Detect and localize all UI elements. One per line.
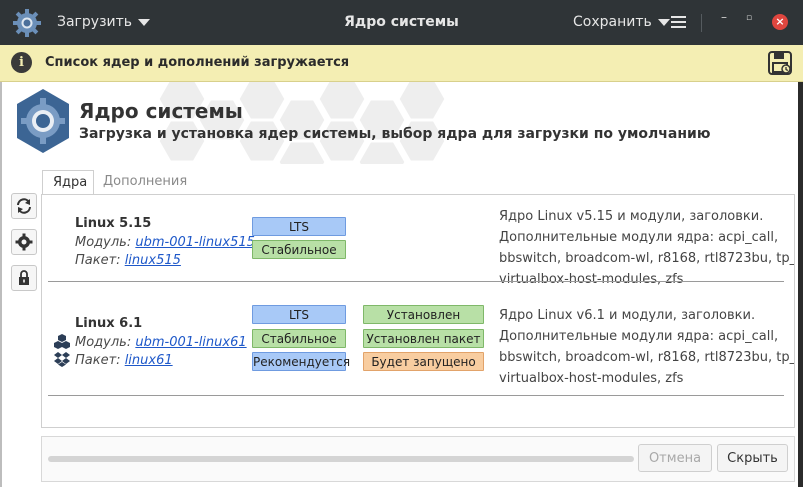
titlebar-separator (701, 14, 702, 32)
tab-kernels[interactable]: Ядра (42, 170, 94, 195)
package-label: Пакет: (75, 253, 121, 268)
badge-recommended: Рекомендуется (252, 352, 350, 371)
dropbox-icon (54, 352, 70, 367)
load-menu[interactable]: Загрузить (57, 14, 151, 30)
hamburger-menu-icon[interactable] (671, 16, 686, 29)
description-line: bbswitch, broadcom-wl, r8168, rtl8723bu,… (499, 350, 794, 365)
minimize-button[interactable]: – (716, 10, 732, 32)
page-header: Ядро системы Загрузка и установка ядер с… (0, 82, 803, 164)
title-bar: Загрузить Ядро системы Сохранить – ▫ × (0, 0, 803, 45)
save-icon[interactable] (767, 50, 793, 76)
chevron-down-icon (658, 18, 671, 26)
description-line: Дополнительные модули ядра: acpi_call, (499, 329, 779, 344)
gear-icon (15, 233, 33, 251)
kernel-name: Linux 5.15 (75, 216, 152, 231)
kernel-name: Linux 6.1 (75, 316, 143, 331)
maximize-button[interactable]: ▫ (743, 13, 755, 27)
module-label: Модуль: (75, 235, 132, 250)
kernel-logo-icon (17, 89, 69, 153)
kernel-description: Ядро Linux v6.1 и модули, заголовки. Доп… (499, 305, 794, 389)
hide-button[interactable]: Скрыть (717, 444, 788, 472)
badge-package-installed: Установлен пакет (363, 329, 484, 348)
module-link[interactable]: ubm-001-linux515 (135, 235, 255, 250)
description-line: Ядро Linux v6.1 и модули, заголовки. (499, 308, 756, 323)
cancel-button[interactable]: Отмена (638, 444, 712, 472)
kernel-module-line: Модуль: ubm-001-linux515 (75, 235, 255, 250)
kernel-package-line: Пакет: linux515 (75, 253, 181, 268)
gear-icon[interactable] (12, 8, 42, 38)
kernel-list: Linux 5.15 Модуль: ubm-001-linux515 Паке… (41, 194, 795, 428)
description-line: Дополнительные модули ядра: acpi_call, (499, 230, 779, 245)
row-divider (48, 395, 784, 396)
description-line: virtualbox-host-modules, zfs (499, 272, 684, 287)
page-title: Ядро системы (79, 99, 243, 123)
lock-icon (19, 270, 29, 285)
info-icon: i (11, 52, 32, 73)
badge-lts: LTS (252, 217, 346, 236)
badge-stable: Стабильное (252, 240, 346, 259)
row-divider (48, 281, 784, 282)
badge-stable: Стабильное (252, 329, 346, 348)
progress-bar (48, 456, 634, 462)
settings-button[interactable] (11, 229, 37, 255)
description-line: bbswitch, broadcom-wl, r8168, rtl8723bu,… (499, 251, 794, 266)
refresh-button[interactable] (11, 193, 37, 219)
save-menu[interactable]: Сохранить (573, 14, 671, 30)
package-label: Пакет: (75, 353, 121, 368)
info-bar: i Список ядер и дополнений загружается (0, 45, 803, 82)
kernel-package-line: Пакет: linux61 (75, 353, 173, 368)
refresh-icon (17, 198, 31, 214)
description-line: virtualbox-host-modules, zfs (499, 371, 684, 386)
save-menu-label: Сохранить (573, 14, 652, 30)
kernel-module-line: Модуль: ubm-001-linux61 (75, 335, 247, 350)
page-subtitle: Загрузка и установка ядер системы, выбор… (79, 126, 711, 142)
badge-lts: LTS (252, 305, 346, 324)
lock-button[interactable] (11, 265, 37, 291)
cubes-icon (54, 334, 70, 349)
close-button[interactable]: × (772, 14, 788, 30)
chevron-down-icon (138, 18, 151, 26)
module-label: Модуль: (75, 335, 132, 350)
bottom-bar: Отмена Скрыть (41, 436, 795, 482)
kernel-description: Ядро Linux v5.15 и модули, заголовки. До… (499, 206, 794, 290)
load-menu-label: Загрузить (57, 14, 133, 30)
info-message: Список ядер и дополнений загружается (45, 55, 350, 70)
package-link[interactable]: linux515 (125, 253, 181, 268)
hexagon-background (156, 82, 448, 164)
description-line: Ядро Linux v5.15 и модули, заголовки. (499, 209, 764, 224)
window-edge (798, 82, 803, 487)
kernel-window: Загрузить Ядро системы Сохранить – ▫ × i… (0, 0, 803, 487)
module-link[interactable]: ubm-001-linux61 (135, 335, 246, 350)
badge-module-installed: Установлен модуль (363, 305, 484, 341)
badge-will-boot: Будет запущено (363, 352, 484, 371)
window-edge (0, 82, 2, 487)
package-link[interactable]: linux61 (125, 353, 173, 368)
tab-addons[interactable]: Дополнения (93, 170, 197, 194)
